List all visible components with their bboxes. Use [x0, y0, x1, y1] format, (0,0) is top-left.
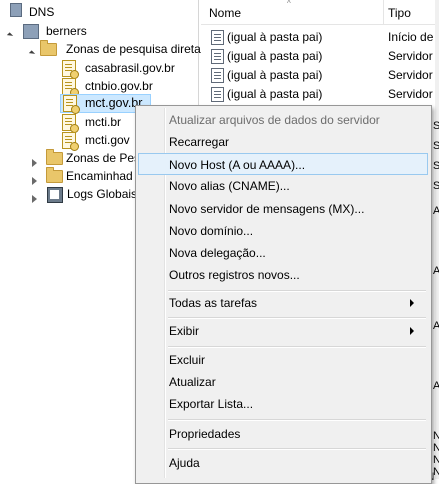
- log-icon: [47, 187, 63, 203]
- vertical-scrollbar[interactable]: [435, 0, 439, 479]
- peek-text: S: [433, 120, 439, 132]
- peek-text: N: [433, 454, 439, 466]
- menu-item-all-tasks[interactable]: Todas as tarefas: [138, 292, 428, 314]
- menu-item-help[interactable]: Ajuda: [138, 452, 428, 474]
- peek-text: A: [433, 265, 439, 277]
- menu-item-new-delegation[interactable]: Nova delegação...: [138, 242, 428, 264]
- submenu-arrow-icon: [410, 327, 414, 335]
- context-menu: Atualizar arquivos de dados do servidor …: [135, 105, 432, 484]
- menu-item-new-mail-exchanger[interactable]: Novo servidor de mensagens (MX)...: [138, 198, 428, 220]
- record-icon: [211, 87, 224, 102]
- menu-item-other-records[interactable]: Outros registros novos...: [138, 264, 428, 286]
- zone-icon: [62, 78, 79, 97]
- zone-icon: [62, 60, 79, 79]
- peek-text: S: [433, 140, 439, 152]
- peek-text: N: [433, 442, 439, 454]
- peek-text: S: [433, 160, 439, 172]
- expand-toggle-icon[interactable]: [28, 45, 38, 57]
- sort-ascending-icon: ^: [287, 0, 291, 8]
- zone-icon: [62, 132, 79, 151]
- menu-item-update-server-files[interactable]: Atualizar arquivos de dados do servidor: [138, 109, 428, 131]
- menu-separator: [168, 419, 426, 421]
- expand-toggle-icon[interactable]: [32, 172, 40, 185]
- expand-toggle-icon[interactable]: [6, 27, 16, 39]
- peek-text: A: [433, 380, 439, 392]
- menu-item-new-domain[interactable]: Novo domínio...: [138, 220, 428, 242]
- menu-separator: [168, 448, 426, 450]
- peek-text: N: [433, 430, 439, 442]
- menu-item-properties[interactable]: Propriedades: [138, 423, 428, 445]
- expand-toggle-icon[interactable]: [32, 190, 40, 203]
- menu-item-delete[interactable]: Excluir: [138, 349, 428, 371]
- menu-item-new-alias[interactable]: Novo alias (CNAME)...: [138, 175, 428, 197]
- folder-icon: [40, 40, 57, 56]
- column-header-name[interactable]: Nome ^: [201, 0, 384, 25]
- peek-text: N: [433, 466, 439, 478]
- column-header-type[interactable]: Tipo: [384, 0, 439, 25]
- zone-icon: [63, 95, 80, 114]
- folder-icon: [46, 167, 63, 183]
- menu-separator: [168, 346, 426, 348]
- menu-item-export-list[interactable]: Exportar Lista...: [138, 393, 428, 415]
- menu-item-reload[interactable]: Recarregar: [138, 131, 428, 153]
- menu-item-view[interactable]: Exibir: [138, 320, 428, 342]
- menu-separator: [168, 317, 426, 319]
- peek-text: A: [433, 205, 439, 217]
- expand-toggle-icon[interactable]: [32, 154, 40, 167]
- record-icon: [211, 30, 224, 45]
- folder-icon: [46, 149, 63, 165]
- zone-icon: [62, 114, 79, 133]
- peek-text: S: [433, 180, 439, 192]
- record-icon: [211, 68, 224, 83]
- submenu-arrow-icon: [410, 299, 414, 307]
- peek-text: A: [433, 320, 439, 332]
- record-icon: [211, 49, 224, 64]
- menu-item-refresh[interactable]: Atualizar: [138, 371, 428, 393]
- menu-item-new-host[interactable]: Novo Host (A ou AAAA)...: [138, 153, 428, 175]
- server-icon: [23, 24, 39, 39]
- dns-icon: [10, 3, 22, 17]
